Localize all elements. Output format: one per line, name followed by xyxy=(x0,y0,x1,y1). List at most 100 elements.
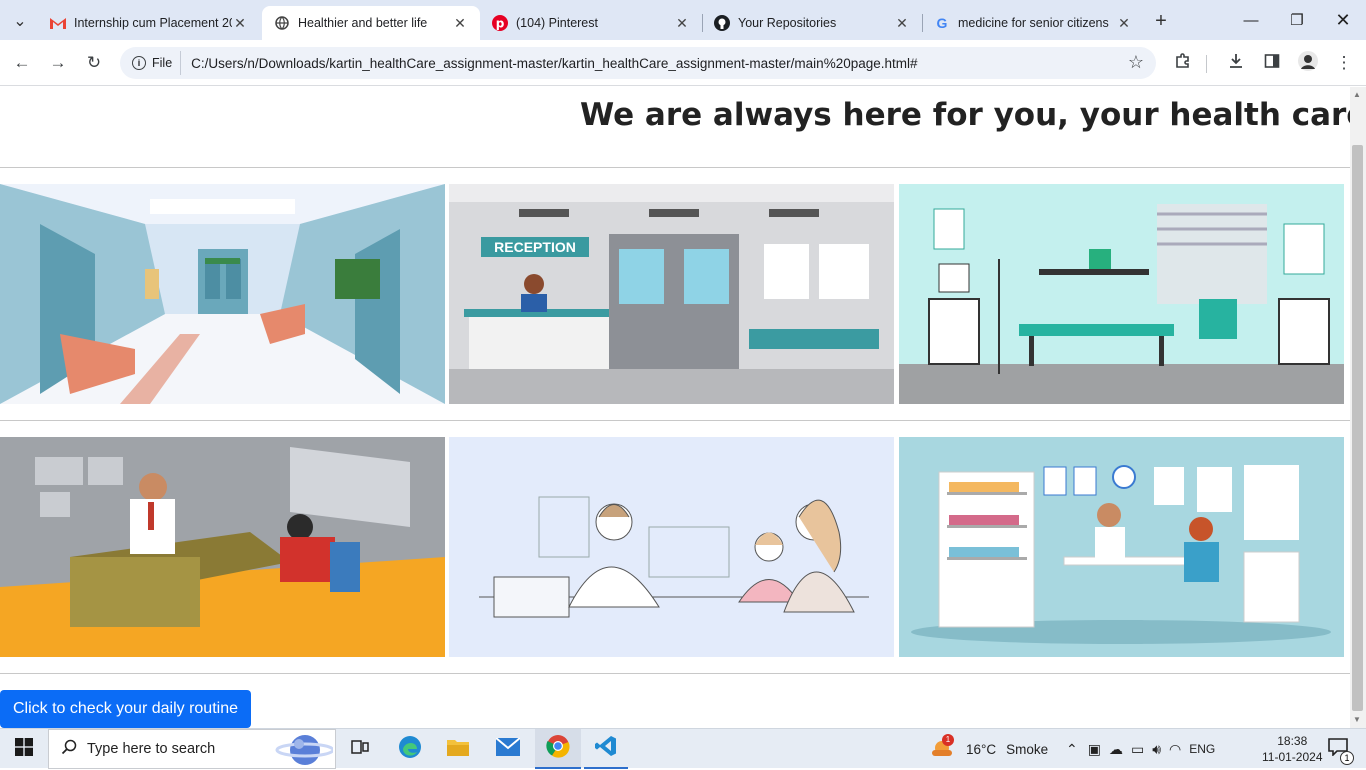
tab-title: (104) Pinterest xyxy=(516,16,598,30)
tab-title: Your Repositories xyxy=(738,16,837,30)
close-tab-icon[interactable]: ✕ xyxy=(232,15,248,32)
close-tab-icon[interactable]: ✕ xyxy=(894,15,910,32)
address-bar[interactable]: i File C:/Users/n/Downloads/kartin_healt… xyxy=(120,47,1156,79)
close-tab-icon[interactable]: ✕ xyxy=(452,15,468,32)
scrollbar-thumb[interactable] xyxy=(1352,145,1363,711)
side-panel-button[interactable] xyxy=(1257,48,1287,78)
avatar xyxy=(1298,50,1318,76)
arrow-left-icon: ← xyxy=(13,53,31,72)
onedrive-icon[interactable]: ☁ xyxy=(1109,741,1123,758)
svg-text:G: G xyxy=(937,15,948,31)
download-icon xyxy=(1228,53,1244,74)
hospital-corridor-image xyxy=(0,184,445,404)
tab-healthier[interactable]: Healthier and better life ✕ xyxy=(262,6,480,40)
tab-strip: ⌄ Internship cum Placement 20 ✕ Healthie… xyxy=(0,0,1366,40)
task-view-icon xyxy=(351,739,369,760)
patient-ward-image xyxy=(899,184,1344,404)
url-text[interactable]: C:/Users/n/Downloads/kartin_healthCare_a… xyxy=(191,56,917,71)
weather-condition: Smoke xyxy=(1006,741,1049,757)
divider xyxy=(0,673,1350,674)
toolbar-divider xyxy=(1206,55,1207,73)
search-icon xyxy=(61,739,77,759)
windows-icon xyxy=(15,737,33,761)
downloads-button[interactable] xyxy=(1221,48,1251,78)
plus-icon: + xyxy=(1155,9,1167,32)
clock-date: 11-01-2024 xyxy=(1262,750,1323,764)
tab-google[interactable]: G medicine for senior citizens ✕ xyxy=(922,6,1144,40)
weather-temperature: 16°C xyxy=(966,741,997,757)
start-button[interactable] xyxy=(0,729,48,769)
battery-icon[interactable]: ▭ xyxy=(1131,741,1144,758)
close-icon: ✕ xyxy=(1335,9,1351,30)
page-scrollbar[interactable]: ▲ ▼ xyxy=(1350,87,1366,728)
browser-toolbar: ← → ↻ i File C:/Users/n/Downloads/kartin… xyxy=(0,40,1366,86)
mail-taskbar-button[interactable] xyxy=(487,729,529,769)
forward-button[interactable]: → xyxy=(43,48,73,78)
search-placeholder: Type here to search xyxy=(87,741,216,757)
clinic-office-image xyxy=(899,437,1344,657)
divider xyxy=(0,420,1350,421)
close-window-button[interactable]: ✕ xyxy=(1320,0,1366,40)
folder-icon xyxy=(446,737,470,762)
daily-routine-button[interactable]: Click to check your daily routine xyxy=(0,690,251,728)
reload-icon: ↻ xyxy=(86,53,102,72)
side-panel-icon xyxy=(1264,53,1280,74)
new-tab-button[interactable]: + xyxy=(1147,8,1175,34)
tab-search-button[interactable]: ⌄ xyxy=(6,8,34,34)
edge-taskbar-button[interactable] xyxy=(390,729,430,769)
tab-pinterest[interactable]: p (104) Pinterest ✕ xyxy=(480,6,702,40)
more-vert-icon: ⋮ xyxy=(1335,53,1353,72)
menu-button[interactable]: ⋮ xyxy=(1329,48,1359,78)
restore-button[interactable]: ❐ xyxy=(1274,0,1320,40)
notification-center-button[interactable]: 1 xyxy=(1318,729,1358,769)
meet-now-icon[interactable]: ▣ xyxy=(1088,741,1101,758)
arrow-right-icon: → xyxy=(49,53,67,72)
info-icon: i xyxy=(132,56,146,70)
reload-button[interactable]: ↻ xyxy=(79,48,109,78)
site-info-label: File xyxy=(152,56,173,70)
doctor-consultation-image xyxy=(0,437,445,657)
doctor-mother-child-image xyxy=(449,437,894,657)
restore-icon: ❐ xyxy=(1290,12,1304,29)
bookmark-star-icon[interactable]: ☆ xyxy=(1128,52,1144,73)
extensions-button[interactable] xyxy=(1168,48,1198,78)
minimize-button[interactable]: — xyxy=(1228,0,1274,40)
close-tab-icon[interactable]: ✕ xyxy=(674,15,690,32)
language-indicator[interactable]: ENG xyxy=(1189,742,1215,756)
windows-taskbar: Type here to search 1 16°C Smoke ⌃ ▣ ☁ ▭… xyxy=(0,728,1366,769)
weather-widget[interactable]: 1 16°C Smoke xyxy=(930,729,1048,769)
site-info-chip[interactable]: i File xyxy=(128,51,182,75)
globe-icon xyxy=(274,15,290,31)
volume-icon[interactable]: 🔊︎ xyxy=(1152,741,1161,758)
chevron-up-icon[interactable]: ⌃ xyxy=(1066,741,1078,758)
divider xyxy=(0,167,1350,168)
github-icon xyxy=(714,15,730,31)
task-view-button[interactable] xyxy=(340,729,380,769)
mail-icon xyxy=(495,736,521,761)
chrome-taskbar-button[interactable] xyxy=(535,729,581,769)
page-heading: We are always here for you, your health … xyxy=(580,97,1350,133)
tab-title: medicine for senior citizens xyxy=(958,16,1109,30)
browser-window: ⌄ Internship cum Placement 20 ✕ Healthie… xyxy=(0,0,1366,769)
tab-gmail[interactable]: Internship cum Placement 20 ✕ xyxy=(38,6,260,40)
clock[interactable]: 18:38 11-01-2024 xyxy=(1262,729,1323,769)
notification-badge: 1 xyxy=(1340,750,1354,765)
edge-icon xyxy=(398,735,422,764)
scroll-up-icon[interactable]: ▲ xyxy=(1353,90,1361,99)
taskbar-search[interactable]: Type here to search xyxy=(48,729,336,769)
profile-button[interactable] xyxy=(1293,48,1323,78)
file-explorer-button[interactable] xyxy=(438,729,478,769)
svg-text:RECEPTION: RECEPTION xyxy=(494,239,576,255)
close-tab-icon[interactable]: ✕ xyxy=(1116,15,1132,32)
tab-github[interactable]: Your Repositories ✕ xyxy=(702,6,922,40)
chevron-down-icon: ⌄ xyxy=(13,13,27,30)
clock-time: 18:38 xyxy=(1277,734,1308,748)
vscode-taskbar-button[interactable] xyxy=(584,729,628,769)
google-icon: G xyxy=(934,15,950,31)
wifi-icon[interactable]: ◠ xyxy=(1169,741,1181,758)
system-tray: ⌃ ▣ ☁ ▭ 🔊︎ ◠ ENG xyxy=(1066,729,1229,769)
scroll-down-icon[interactable]: ▼ xyxy=(1353,715,1361,724)
puzzle-icon xyxy=(1175,52,1191,74)
back-button[interactable]: ← xyxy=(7,48,37,78)
pinterest-icon: p xyxy=(492,15,508,31)
